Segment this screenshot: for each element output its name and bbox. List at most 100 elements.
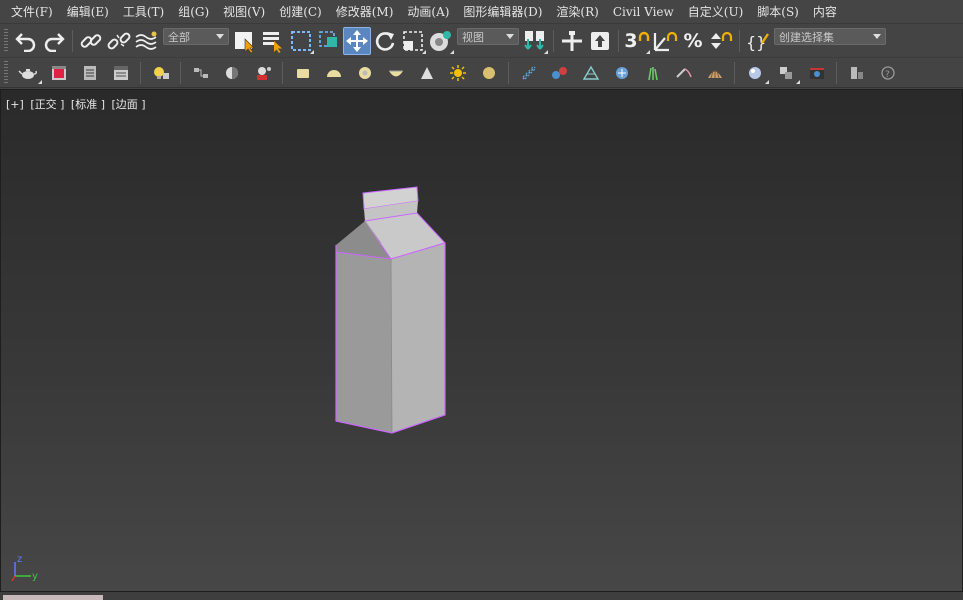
render-production-button[interactable] (801, 61, 832, 85)
light-lister-button[interactable] (145, 61, 176, 85)
redo-icon (44, 32, 65, 52)
material-editor-button[interactable] (216, 61, 247, 85)
menu-edit[interactable]: 编辑(E) (60, 1, 116, 23)
grass-icon (647, 66, 658, 80)
bind-to-space-warp-button[interactable] (133, 27, 161, 55)
window-crossing-button[interactable] (315, 27, 343, 55)
menu-customize[interactable]: 自定义(U) (681, 1, 750, 23)
keyboard-shortcut-override-button[interactable] (586, 27, 614, 55)
select-by-name-icon (263, 31, 282, 53)
create-hemisphere-button[interactable] (318, 61, 349, 85)
select-and-move-button[interactable] (343, 26, 371, 55)
select-object-icon (235, 31, 255, 53)
menu-tools[interactable]: 工具(T) (116, 1, 171, 23)
scene-explorer-button[interactable] (12, 61, 43, 85)
mass-fx-button[interactable] (606, 61, 637, 85)
menu-content[interactable]: 内容 (806, 1, 844, 23)
menu-graph-editors[interactable]: 图形编辑器(D) (456, 1, 549, 23)
named-selection-sets-dropdown[interactable]: 创建选择集 (774, 28, 886, 45)
ribbon-toggle-button[interactable] (105, 61, 136, 85)
menu-views[interactable]: 视图(V) (216, 1, 272, 23)
environment-button[interactable] (739, 61, 770, 85)
sky-light-button[interactable] (473, 61, 504, 85)
magnet-icon (638, 31, 649, 41)
menu-rendering[interactable]: 渲染(R) (549, 1, 605, 23)
select-and-rotate-button[interactable] (371, 27, 399, 55)
toolbar-separator (140, 61, 141, 84)
shell-button[interactable] (699, 61, 730, 85)
select-and-scale-button[interactable] (399, 27, 427, 55)
cloth-button[interactable] (575, 61, 606, 85)
cone-icon (420, 66, 433, 79)
viewport-shading-label[interactable]: [标准 ] (71, 98, 105, 111)
menu-file[interactable]: 文件(F) (4, 1, 60, 23)
angle-snap-toggle-button[interactable] (651, 27, 679, 55)
menu-modifiers[interactable]: 修改器(M) (329, 1, 401, 23)
create-sphere-button[interactable] (349, 61, 380, 85)
material-sphere-icon (225, 66, 238, 79)
select-object-button[interactable] (231, 27, 259, 55)
redo-button[interactable] (40, 27, 68, 55)
percent-snap-toggle-button[interactable]: % (679, 27, 707, 55)
render-to-texture-button[interactable] (770, 61, 801, 85)
viewport-menu-plus[interactable]: [+] (6, 98, 24, 111)
edit-named-selection-sets-button[interactable]: {} (744, 27, 772, 55)
menu-civil-view[interactable]: Civil View (606, 1, 681, 23)
unlink-selection-button[interactable] (105, 27, 133, 55)
sun-light-button[interactable] (442, 61, 473, 85)
hair-brush-icon (675, 67, 692, 78)
chevron-down-icon (506, 34, 514, 39)
ribbon-icon (113, 65, 128, 80)
menu-group[interactable]: 组(G) (171, 1, 216, 23)
toolbar-grip[interactable] (4, 60, 8, 85)
viewport-label: [+] [正交 ] [标准 ] [边面 ] (6, 96, 149, 112)
create-cone-button[interactable] (411, 61, 442, 85)
perspective-viewport[interactable]: [+] [正交 ] [标准 ] [边面 ] z y (0, 89, 963, 592)
teapot-icon (17, 68, 37, 79)
menu-scripting[interactable]: 脚本(S) (750, 1, 806, 23)
render-setup-button[interactable] (247, 61, 278, 85)
create-teapot-button[interactable] (380, 61, 411, 85)
selection-filter-dropdown[interactable]: 全部 (163, 28, 229, 45)
hair-styling-button[interactable] (668, 61, 699, 85)
viewport-view-label[interactable]: [正交 ] (30, 98, 64, 111)
menu-bar: 文件(F) 编辑(E) 工具(T) 组(G) 视图(V) 创建(C) 修改器(M… (0, 0, 963, 24)
maxscript-listener-field[interactable] (3, 595, 103, 600)
manage-scene-states-button[interactable] (841, 61, 872, 85)
select-by-name-button[interactable] (259, 27, 287, 55)
create-box-button[interactable] (287, 61, 318, 85)
select-and-manipulate-button[interactable] (558, 27, 586, 55)
toolbar-grip[interactable] (4, 28, 8, 53)
layer-explorer-button[interactable] (74, 61, 105, 85)
percent-snap-icon: % (683, 29, 703, 52)
sun-icon (449, 64, 466, 81)
particle-system-button[interactable] (513, 61, 544, 85)
use-pivot-center-button[interactable] (521, 27, 549, 55)
menu-animation[interactable]: 动画(A) (400, 1, 456, 23)
milk-carton-model[interactable] (321, 185, 461, 435)
menu-create[interactable]: 创建(C) (272, 1, 329, 23)
molecule-icon (551, 66, 567, 79)
viewport-display-label[interactable]: [边面 ] (112, 98, 146, 111)
chevron-down-icon (216, 34, 224, 39)
schematic-view-button[interactable] (185, 61, 216, 85)
render-teapot-icon (809, 67, 824, 79)
reference-coordinate-dropdown[interactable]: 视图 (457, 28, 519, 45)
spinner-snap-toggle-button[interactable] (707, 27, 735, 55)
render-texture-icon (779, 66, 792, 79)
help-button[interactable]: ? (872, 61, 903, 85)
rendered-frame-window-button[interactable] (43, 61, 74, 85)
snaps-toggle-button[interactable]: 3 (623, 27, 651, 55)
status-bar (0, 592, 963, 600)
render-window-icon (51, 65, 66, 80)
spinner-snap-icon (711, 31, 733, 49)
select-and-place-button[interactable] (427, 27, 455, 55)
undo-button[interactable] (12, 27, 40, 55)
hair-and-fur-button[interactable] (637, 61, 668, 85)
link-objects-button[interactable] (544, 61, 575, 85)
rectangular-selection-button[interactable] (287, 27, 315, 55)
window-crossing-icon (319, 30, 337, 47)
layers-icon (83, 65, 96, 80)
select-and-link-button[interactable] (77, 27, 105, 55)
manipulate-icon (562, 30, 582, 51)
